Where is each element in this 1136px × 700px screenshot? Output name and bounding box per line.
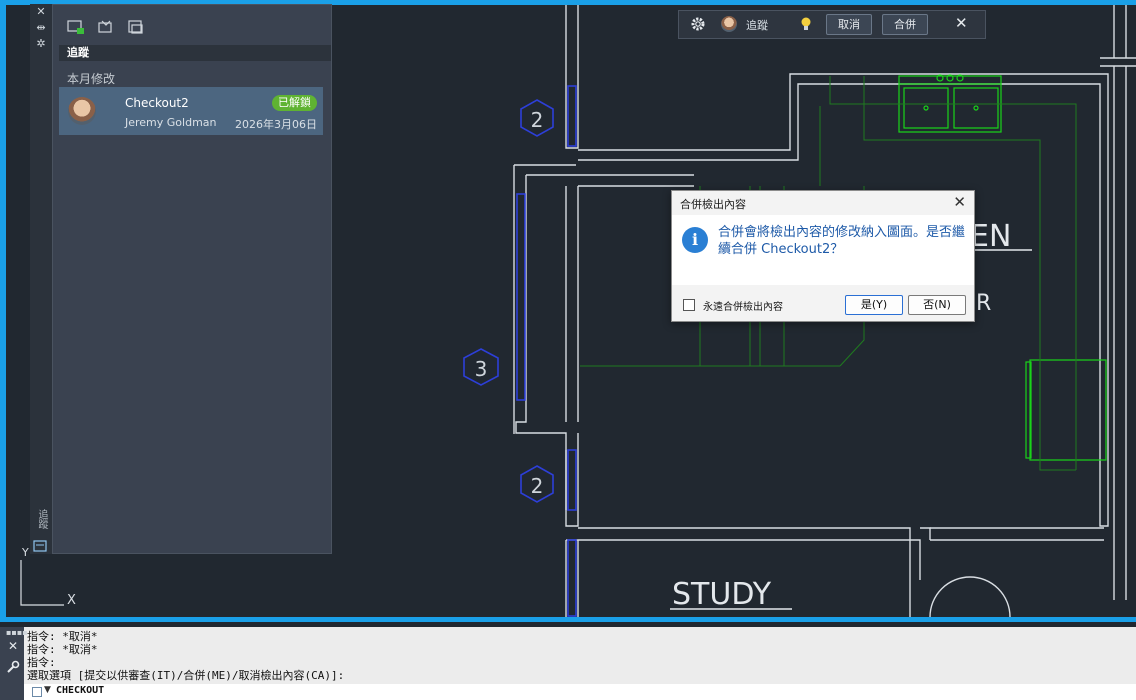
trace-panel: 追蹤 本月修改 Checkout2 已解鎖 Jeremy Goldman 202…: [52, 4, 332, 554]
status-badge: 已解鎖: [272, 95, 317, 111]
ucs-y-label: Y: [21, 546, 29, 559]
auto-hide-icon[interactable]: ⇹: [34, 22, 48, 34]
dialog-title: 合併檢出內容: [680, 198, 746, 211]
chevron-down-icon[interactable]: ▼: [44, 685, 51, 695]
dialog-message: 合併會將檢出內容的修改納入圖面。是否繼續合併 Checkout2？: [718, 225, 966, 257]
close-icon[interactable]: ✕: [34, 6, 48, 18]
grip-icon[interactable]: ▪▪▪▪: [6, 629, 28, 637]
wrench-icon[interactable]: [6, 660, 20, 674]
door-tag: 3: [475, 357, 488, 381]
command-line-sidebar: ▪▪▪▪ ✕: [0, 627, 28, 700]
avatar: [721, 16, 737, 32]
viewport-border-bottom: [0, 617, 1136, 622]
close-icon[interactable]: ✕: [8, 639, 18, 653]
properties-icon[interactable]: ✲: [34, 38, 48, 50]
trace-toolbar: 追蹤 取消 合併 ✕: [678, 10, 986, 39]
no-button[interactable]: 否(N): [908, 295, 966, 315]
lightbulb-icon[interactable]: [799, 16, 813, 32]
door-tag: 2: [531, 108, 544, 132]
ucs-x-label: X: [67, 593, 76, 608]
always-merge-checkbox[interactable]: [683, 299, 695, 311]
merge-dialog: 合併檢出內容 ✕ i 合併會將檢出內容的修改納入圖面。是否繼續合併 Checko…: [671, 190, 975, 322]
dialog-body: i 合併會將檢出內容的修改納入圖面。是否繼續合併 Checkout2？: [672, 215, 974, 285]
merge-button[interactable]: 合併: [882, 14, 928, 35]
section-label: 本月修改: [67, 72, 116, 86]
room-label-study: STUDY: [672, 577, 772, 612]
close-icon[interactable]: ✕: [953, 193, 966, 211]
viewport-border-left: [0, 0, 6, 622]
trace-options-icon[interactable]: [127, 19, 145, 35]
close-icon[interactable]: ✕: [955, 14, 968, 33]
trace-palette-icon[interactable]: [33, 540, 47, 552]
room-label-kitchen: EN: [970, 219, 1011, 254]
ucs-icon: [20, 560, 64, 606]
cancel-button[interactable]: 取消: [826, 14, 872, 35]
checkbox-label: 永遠合併檢出內容: [703, 302, 783, 313]
import-trace-icon[interactable]: [97, 19, 115, 35]
trace-user: Jeremy Goldman: [125, 116, 217, 129]
palette-side-label[interactable]: 追蹤: [33, 509, 49, 529]
current-command: CHECKOUT: [56, 685, 105, 696]
trace-date: 2026年3月06日: [235, 118, 317, 131]
command-icon: [32, 687, 42, 697]
trace-name: Checkout2: [125, 96, 189, 110]
gear-icon[interactable]: [690, 16, 706, 32]
command-input[interactable]: ▼ CHECKOUT: [24, 684, 1136, 700]
command-line: ▪▪▪▪ ✕ 指令: *取消* 指令: *取消* 指令: 選取選項 [提交以供審…: [0, 627, 1136, 700]
door-tag: 2: [531, 474, 544, 498]
info-icon: i: [682, 227, 708, 253]
trace-list-item[interactable]: Checkout2 已解鎖 Jeremy Goldman 2026年3月06日: [59, 87, 323, 135]
panel-title: 追蹤: [59, 45, 331, 61]
command-history-line: 選取選項 [提交以供審查(IT)/合併(ME)/取消檢出內容(CA)]:: [27, 669, 345, 682]
room-label-other: R: [976, 291, 991, 316]
trace-label: 追蹤: [746, 19, 768, 32]
palette-strip: ✕ ⇹ ✲ 追蹤: [30, 4, 53, 554]
create-trace-icon[interactable]: [67, 19, 85, 35]
avatar: [68, 97, 96, 125]
panel-toolbar: [53, 5, 331, 45]
yes-button[interactable]: 是(Y): [845, 295, 903, 315]
drawing-canvas[interactable]: 2 3 2 STUDY EN R Y X ✕ ⇹ ✲ 追蹤 追蹤 本月修改 Ch…: [0, 0, 1136, 627]
